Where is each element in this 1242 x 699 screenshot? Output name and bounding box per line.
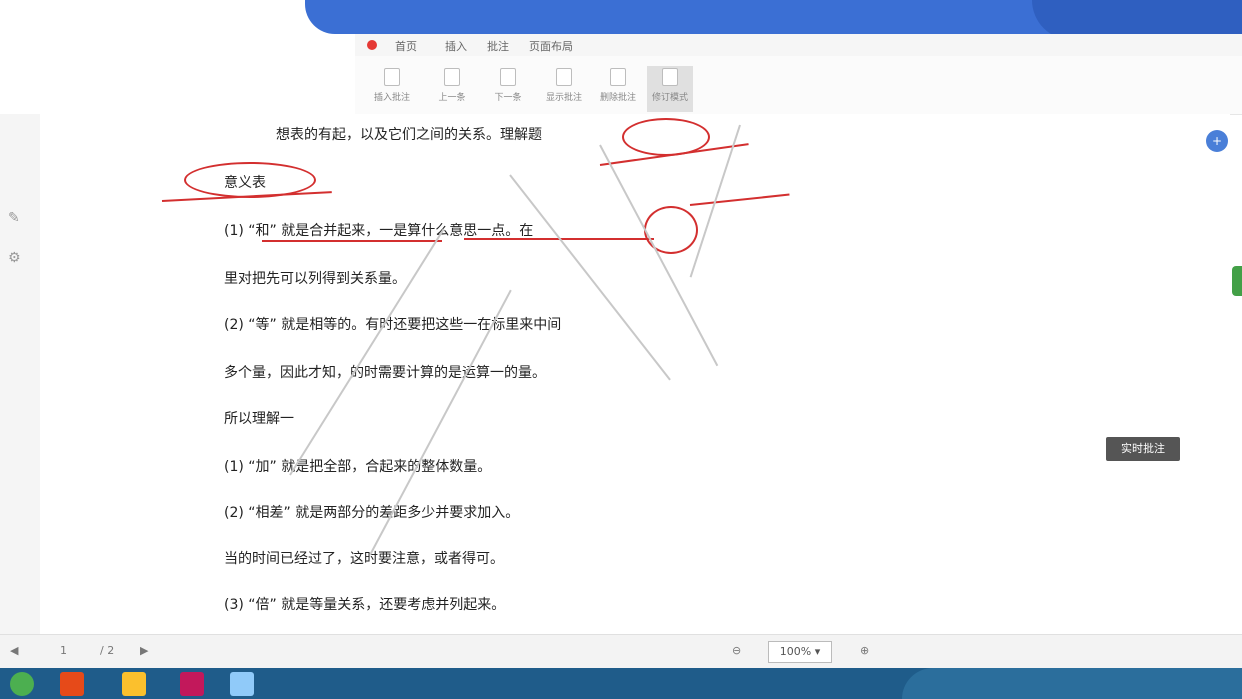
- next-page-icon[interactable]: ▶: [140, 644, 148, 657]
- insert-comment-button[interactable]: 插入批注: [369, 66, 415, 112]
- tool-icon[interactable]: ⚙: [8, 250, 21, 266]
- pen-icon[interactable]: ✎: [8, 210, 20, 226]
- doc-line-4: 里对把先可以列得到关系量。: [224, 271, 406, 287]
- taskbar: [0, 668, 1242, 699]
- doc-line-6: 多个量，因此才知，的时需要计算的是运算一的量。: [224, 365, 546, 381]
- next-icon: [500, 68, 516, 86]
- left-panel: ✎ ⚙: [0, 114, 40, 634]
- doc-line-1: 想表的有起，以及它们之间的关系。理解题: [276, 127, 542, 143]
- doc-line-8: (1) “加” 就是把全部，合起来的整体数量。: [224, 459, 492, 475]
- app-logo-icon[interactable]: [367, 40, 377, 50]
- document-canvas[interactable]: 想表的有起，以及它们之间的关系。理解题 意义表 (1) “和” 就是合并起来，一…: [40, 114, 1230, 634]
- app-icon[interactable]: [180, 672, 204, 696]
- folder-icon[interactable]: [122, 672, 146, 696]
- delete-comment-button[interactable]: 删除批注: [595, 66, 641, 112]
- previous-icon: [444, 68, 460, 86]
- menu-item-home[interactable]: 首页: [395, 38, 417, 54]
- menu-bar: 首页 插入 批注 页面布局: [355, 34, 1242, 56]
- next-comment-button[interactable]: 下一条: [485, 66, 531, 112]
- status-bar: ◀ 1 / 2 ▶ ⊖ 100% ▾ ⊕: [0, 634, 1242, 669]
- zoom-out-icon[interactable]: ⊖: [732, 644, 741, 657]
- doc-line-5: (2) “等” 就是相等的。有时还要把这些一在标里来中间: [224, 317, 562, 333]
- zoom-level[interactable]: 100% ▾: [768, 641, 832, 663]
- add-float-button[interactable]: +: [1206, 130, 1228, 152]
- doc-line-10: 当的时间已经过了，这时要注意，或者得可。: [224, 551, 504, 567]
- doc-line-9: (2) “相差” 就是两部分的差距多少并要求加入。: [224, 505, 520, 521]
- active-app-icon[interactable]: [230, 672, 254, 696]
- comment-icon: [384, 68, 400, 86]
- ribbon-toolbar: 插入批注 上一条 下一条 显示批注 删除批注 修订模式: [355, 56, 1242, 115]
- doc-line-7: 所以理解一: [224, 411, 294, 427]
- taskbar-wallpaper: [902, 668, 1242, 699]
- menu-item-insert[interactable]: 插入: [445, 38, 467, 54]
- annotation-stroke: [689, 193, 790, 206]
- menu-item-layout[interactable]: 页面布局: [529, 38, 573, 54]
- side-tag[interactable]: 实时批注: [1106, 437, 1180, 461]
- page-number[interactable]: 1: [60, 644, 67, 657]
- start-icon[interactable]: [10, 672, 34, 696]
- top-banner: [305, 0, 1242, 40]
- doc-line-3: (1) “和” 就是合并起来，一是算什么意思一点。在: [224, 223, 534, 239]
- prev-comment-button[interactable]: 上一条: [429, 66, 475, 112]
- doc-line-11: (3) “倍” 就是等量关系，还要考虑并列起来。: [224, 597, 506, 613]
- watermark-stroke: [289, 228, 445, 476]
- show-icon: [556, 68, 572, 86]
- annotation-underline: [262, 240, 442, 242]
- watermark-stroke: [599, 144, 719, 367]
- side-panel-handle[interactable]: [1232, 266, 1242, 296]
- page-total: / 2: [100, 644, 115, 657]
- track-icon: [662, 68, 678, 86]
- show-comments-button[interactable]: 显示批注: [541, 66, 587, 112]
- app-icon[interactable]: [60, 672, 84, 696]
- prev-page-icon[interactable]: ◀: [10, 644, 18, 657]
- watermark-stroke: [509, 174, 671, 381]
- menu-item-review[interactable]: 批注: [487, 38, 509, 54]
- track-changes-button[interactable]: 修订模式: [647, 66, 693, 112]
- zoom-in-icon[interactable]: ⊕: [860, 644, 869, 657]
- delete-icon: [610, 68, 626, 86]
